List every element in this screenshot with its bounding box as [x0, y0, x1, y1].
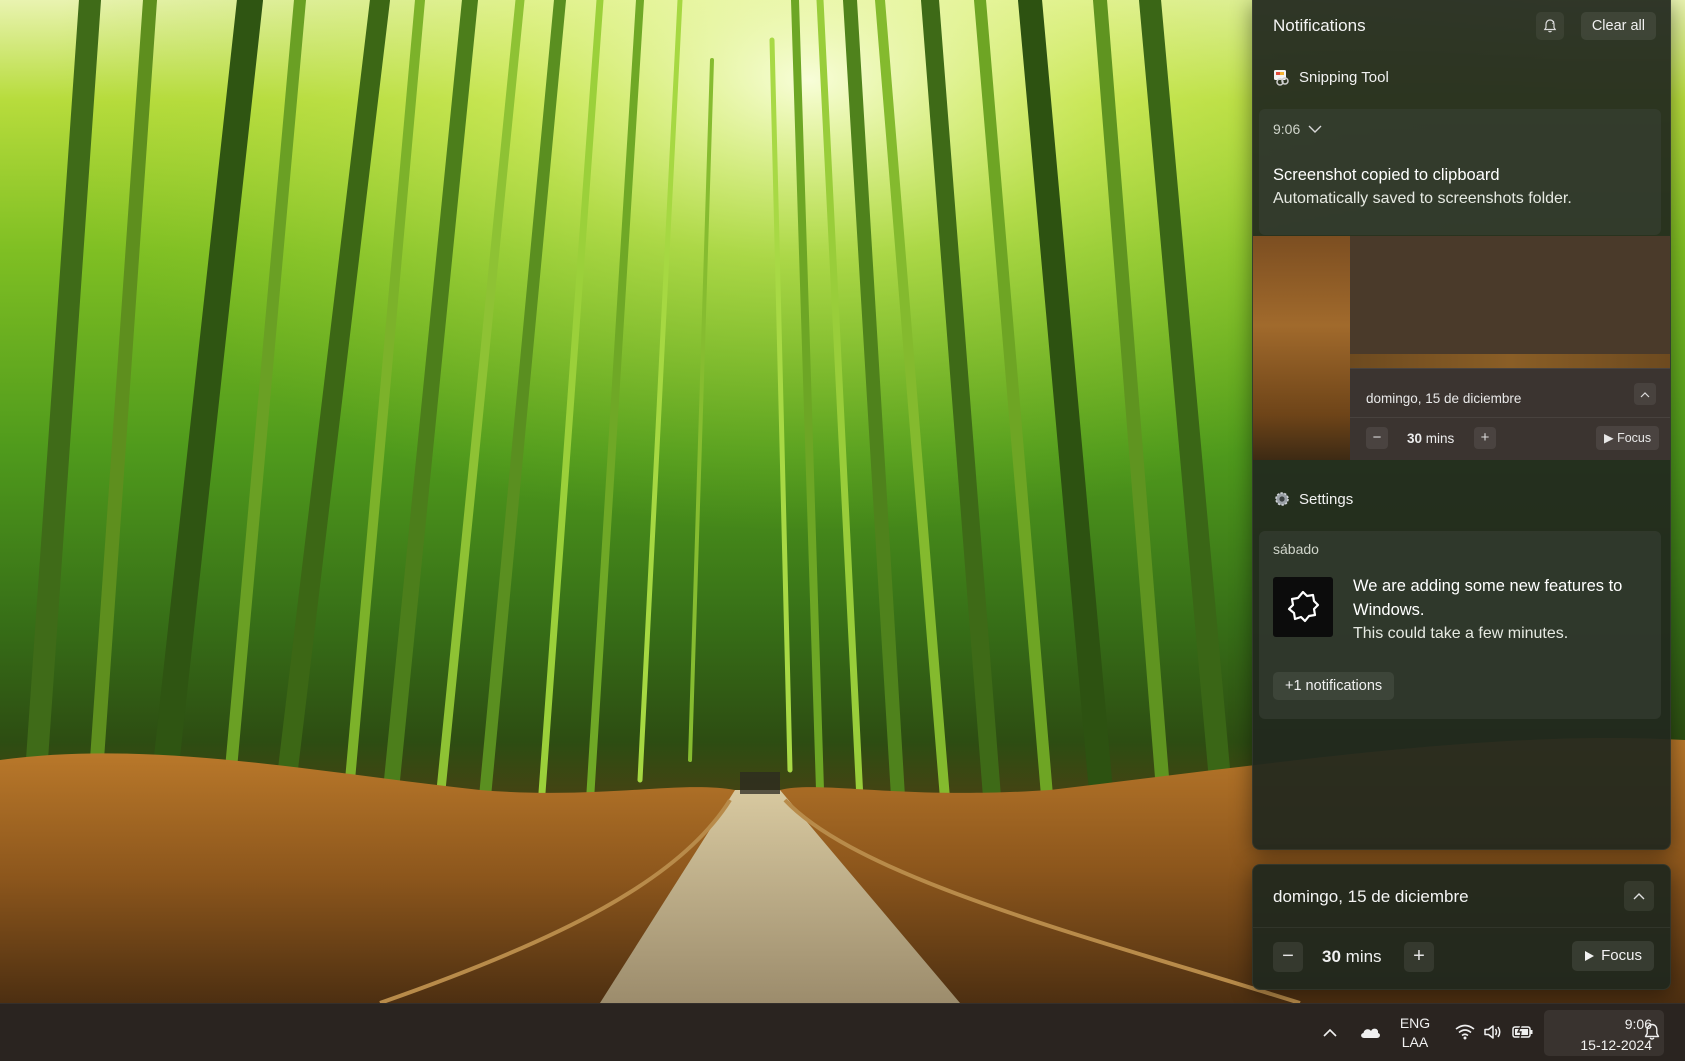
- collapse-calendar-button[interactable]: [1624, 881, 1654, 911]
- keyboard-layout-code: LAA: [1401, 1034, 1429, 1050]
- settings-app-header: Settings: [1273, 488, 1353, 510]
- snipping-tool-icon: [1273, 68, 1291, 86]
- thumbnail-divider: [1350, 417, 1670, 418]
- settings-app-name: Settings: [1299, 490, 1354, 508]
- onedrive-button[interactable]: [1354, 1018, 1386, 1046]
- calendar-focus-panel: domingo, 15 de diciembre − 30 mins + Foc…: [1252, 864, 1671, 990]
- language-code: ENG: [1399, 1015, 1431, 1031]
- thumbnail-minutes: 30 mins: [1407, 431, 1454, 446]
- calendar-date[interactable]: domingo, 15 de diciembre: [1273, 887, 1469, 907]
- more-notifications-button[interactable]: +1 notifications: [1273, 672, 1395, 700]
- focus-duration: 30 mins: [1322, 947, 1382, 967]
- notification-time: 9:06: [1273, 121, 1301, 137]
- notification-body: Automatically saved to screenshots folde…: [1273, 190, 1572, 207]
- decrease-focus-time-button[interactable]: −: [1273, 942, 1303, 972]
- settings-notification-title-line2: Windows.: [1353, 601, 1425, 619]
- thumbnail-fence-area: [1350, 354, 1670, 368]
- focus-button-label: Focus: [1601, 947, 1642, 964]
- screenshot-thumbnail[interactable]: domingo, 15 de diciembre − 30 mins + ▶ F…: [1253, 236, 1670, 460]
- volume-icon: [1484, 1025, 1501, 1039]
- thumbnail-minutes-unit: mins: [1425, 431, 1455, 446]
- settings-notification-icon: [1273, 577, 1333, 637]
- notification-center-header: Notifications z Clear all: [1273, 12, 1656, 40]
- thumbnail-focus-label: Focus: [1617, 431, 1652, 445]
- settings-notification-card[interactable]: sábado We are adding some new features t…: [1259, 531, 1661, 719]
- bell-snooze-icon: z: [1543, 19, 1557, 33]
- settings-gear-icon: [1273, 490, 1291, 508]
- puzzle-gear-icon: [1287, 590, 1320, 623]
- do-not-disturb-button[interactable]: z: [1536, 12, 1564, 40]
- settings-notification-title-line1: We are adding some new features to: [1353, 577, 1623, 595]
- notification-time-row: 9:06: [1273, 121, 1322, 137]
- settings-notification-time: sábado: [1273, 541, 1319, 557]
- thumbnail-panel-area: [1350, 236, 1670, 354]
- thumbnail-minus-icon: −: [1366, 427, 1388, 449]
- show-hidden-icons-button[interactable]: [1316, 1018, 1344, 1046]
- snipping-tool-app-name: Snipping Tool: [1299, 68, 1389, 86]
- thumbnail-plus-icon: +: [1474, 427, 1496, 449]
- notification-center: Notifications z Clear all Snipping Tool …: [1252, 0, 1671, 850]
- thumbnail-focus-date: domingo, 15 de diciembre: [1366, 391, 1522, 406]
- bell-icon: [1644, 1023, 1660, 1040]
- thumbnail-grass-area: [1253, 236, 1350, 460]
- chevron-up-icon: [1323, 1028, 1337, 1037]
- focus-minutes-unit: mins: [1345, 947, 1382, 966]
- notification-center-title: Notifications: [1273, 16, 1366, 35]
- volume-button[interactable]: [1480, 1018, 1506, 1046]
- battery-button[interactable]: [1509, 1018, 1537, 1046]
- play-icon: [1585, 951, 1595, 961]
- start-focus-button[interactable]: Focus: [1572, 941, 1654, 971]
- clear-all-button[interactable]: Clear all: [1580, 12, 1656, 40]
- settings-notification-body: This could take a few minutes.: [1353, 625, 1569, 642]
- wifi-icon: [1455, 1024, 1475, 1040]
- network-button[interactable]: [1452, 1018, 1478, 1046]
- notifications-button[interactable]: [1638, 1018, 1666, 1046]
- thumbnail-focus-panel: domingo, 15 de diciembre − 30 mins + ▶ F…: [1350, 368, 1670, 460]
- increase-focus-time-button[interactable]: +: [1404, 942, 1434, 972]
- onedrive-cloud-icon: [1361, 1028, 1380, 1038]
- thumbnail-chevron-up-icon: [1634, 383, 1656, 405]
- chevron-up-icon: [1633, 893, 1645, 900]
- focus-divider: [1253, 927, 1670, 928]
- taskbar: ENG LAA 9:06 15-12-2024: [0, 1003, 1685, 1061]
- snipping-tool-app-header: Snipping Tool: [1273, 66, 1389, 88]
- screenshot-notification-card[interactable]: 9:06 Screenshot copied to clipboard Auto…: [1259, 109, 1661, 235]
- notification-title: Screenshot copied to clipboard: [1273, 166, 1500, 184]
- thumbnail-minutes-value: 30: [1407, 431, 1423, 446]
- thumbnail-focus-button: ▶ Focus: [1596, 426, 1660, 450]
- focus-minutes-value: 30: [1322, 947, 1341, 966]
- chevron-down-icon[interactable]: [1308, 124, 1322, 134]
- input-language-indicator[interactable]: ENG LAA: [1388, 1014, 1442, 1052]
- battery-icon: [1512, 1025, 1533, 1039]
